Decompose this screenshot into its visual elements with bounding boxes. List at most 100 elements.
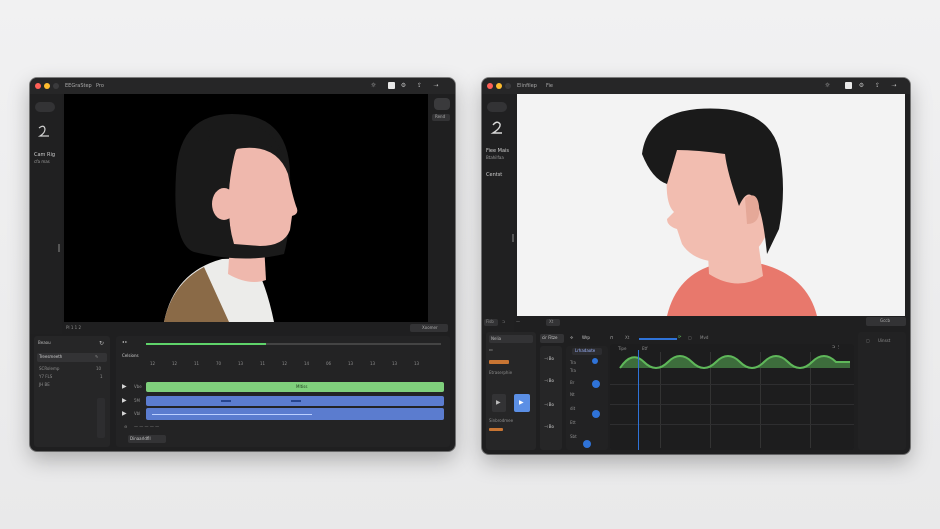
channel-label: Tra: [570, 360, 576, 365]
refresh-icon[interactable]: ↻: [98, 340, 105, 347]
tool-label-4[interactable]: ⊣ Bo: [544, 424, 554, 430]
color-swatch[interactable]: [489, 360, 509, 364]
ruler-tick: 13: [238, 361, 244, 366]
zoom-slider[interactable]: [639, 338, 677, 340]
tool-label-3[interactable]: ⊣ Bo: [544, 402, 554, 408]
collapse-handle[interactable]: [58, 244, 60, 252]
export-icon[interactable]: ⇢: [430, 82, 442, 89]
ruler-tick: 70: [216, 361, 222, 366]
close-dot[interactable]: [487, 83, 493, 89]
share-icon[interactable]: ⇪: [874, 82, 881, 89]
track-name-3: Vbl: [134, 411, 141, 416]
filter-button[interactable]: cir Fitze: [540, 334, 564, 343]
tool-column: ⊣ Bo ⊣ Bo ⊣ Bo ⊣ Bo: [540, 346, 562, 450]
gear-icon[interactable]: ⚙: [400, 82, 407, 89]
audio-track-clip-2[interactable]: [146, 408, 444, 420]
audio-track-clip-1[interactable]: [146, 396, 444, 406]
speed-button[interactable]: Xt: [546, 319, 560, 326]
move-icon[interactable]: ✥: [570, 335, 573, 341]
section-tab[interactable]: Treesmeeth ✎: [37, 353, 107, 362]
minus-icon[interactable]: —: [516, 319, 520, 325]
play-button-blue[interactable]: ▶: [514, 394, 530, 412]
wrap-label: Wrp: [582, 335, 590, 340]
keyframe-dot[interactable]: [583, 440, 591, 448]
render-button[interactable]: Rend: [432, 114, 450, 121]
channel-label: Nt: [570, 392, 575, 397]
track-play-icon[interactable]: ▶: [122, 410, 127, 417]
keyframe-dot[interactable]: [592, 410, 600, 418]
channel-list: Lrhadaote Tra Tra Br Nt dit Ett Sbt: [566, 346, 608, 450]
track-play-icon[interactable]: ▶: [122, 397, 127, 404]
share-icon[interactable]: ⇪: [416, 82, 423, 89]
keyframe-dot[interactable]: [592, 358, 598, 364]
sun-icon[interactable]: ☼: [370, 82, 377, 89]
curve-editor[interactable]: Tipe Etf ⊃ ⋮: [610, 344, 854, 450]
channel-label: dit: [570, 406, 576, 411]
lock-icon[interactable]: ⊖: [124, 424, 127, 430]
project-tab[interactable]: Fie: [546, 81, 553, 91]
ruler-tick: 14: [304, 361, 310, 366]
tool-label-2[interactable]: ⊣ Bo: [544, 378, 554, 384]
render-toggle[interactable]: [434, 98, 450, 110]
project-tab[interactable]: Pro: [96, 81, 104, 91]
timeline-tab[interactable]: Lrhadaote: [572, 348, 602, 355]
collapse-handle[interactable]: [512, 234, 514, 242]
gear-icon[interactable]: ⚙: [858, 82, 865, 89]
wave-curve[interactable]: [610, 344, 854, 450]
square-icon[interactable]: [388, 82, 395, 89]
inspector-icon[interactable]: ▢: [866, 338, 870, 344]
tool-label-1[interactable]: ⊣ Bo: [544, 356, 554, 362]
channel-label: Tra: [570, 368, 576, 373]
mode-label: Mvd: [700, 335, 709, 340]
progress-bar[interactable]: [146, 343, 266, 345]
track-play-icon[interactable]: ▶: [122, 383, 127, 390]
timeline-panel: ◂ ▸ Celsions 12 12 11 70 13 11 12 14 06 …: [116, 336, 450, 447]
editor-window-right: Elinfilep Fie ☼ ⚙ ⇪ ⇢ Fiee Mais Btahilfa…: [482, 78, 910, 454]
channel-label: Br: [570, 380, 575, 385]
video-viewer[interactable]: [64, 94, 428, 322]
prop-scroll[interactable]: [97, 398, 105, 438]
prop-val-1: 10: [96, 366, 102, 371]
panel-icon[interactable]: ▢: [688, 335, 692, 341]
lock-icon[interactable]: ⊓: [610, 335, 613, 341]
ruler-tick: 13: [370, 361, 376, 366]
fit-button[interactable]: Fisb: [484, 319, 498, 326]
side-label-3: Sinbrodmee: [489, 418, 514, 423]
minimize-dot[interactable]: [44, 83, 50, 89]
add-track-button[interactable]: Dinaarldfll: [128, 435, 166, 443]
properties-panel: Beaou ↻ Treesmeeth ✎ SCRolemp Y7 FLS JH …: [34, 336, 110, 447]
title-bar: Elinfilep Fie ☼ ⚙ ⇪ ⇢: [482, 78, 910, 94]
cloud-toggle[interactable]: [35, 102, 55, 112]
maximize-dot[interactable]: [53, 83, 59, 89]
edit-icon[interactable]: ✎: [95, 354, 98, 360]
timeline-label: Celsions: [122, 353, 139, 358]
play-button-dark[interactable]: ▶: [492, 394, 506, 412]
toolbar-right-button[interactable]: Gccb: [866, 317, 906, 326]
link-icon[interactable]: ⊃: [502, 319, 505, 325]
prop-row-2: Y7 FLS: [39, 374, 53, 379]
zoom-slider-knob[interactable]: ⟳: [678, 334, 681, 340]
add-track-label: Dinaarldfll: [130, 436, 151, 441]
zoom-button[interactable]: Xoomer: [410, 324, 448, 332]
close-dot[interactable]: [35, 83, 41, 89]
ruler-tick: 12: [282, 361, 288, 366]
export-icon[interactable]: ⇢: [888, 82, 900, 89]
progress-remaining: [266, 343, 441, 345]
keyframe-dot[interactable]: [592, 380, 600, 388]
sun-icon[interactable]: ☼: [824, 82, 831, 89]
maximize-dot[interactable]: [505, 83, 511, 89]
playhead[interactable]: [638, 350, 639, 450]
sidebar-label-2: cfa mas: [34, 159, 50, 164]
signature-icon: [37, 125, 49, 137]
side-button-1[interactable]: Nelia: [489, 335, 533, 343]
timeline-play-icon[interactable]: ◂ ▸: [122, 339, 127, 345]
video-viewer[interactable]: [517, 94, 905, 316]
video-track-clip[interactable]: Mltiss: [146, 382, 444, 392]
minimize-dot[interactable]: [496, 83, 502, 89]
color-swatch-2[interactable]: [489, 428, 503, 431]
character-illustration: [164, 114, 298, 322]
cloud-toggle[interactable]: [487, 102, 507, 112]
toolbar-right-label: Gccb: [880, 318, 891, 323]
tool-sidebar: Cam Rig cfa mas: [30, 94, 62, 334]
square-icon[interactable]: [845, 82, 852, 89]
